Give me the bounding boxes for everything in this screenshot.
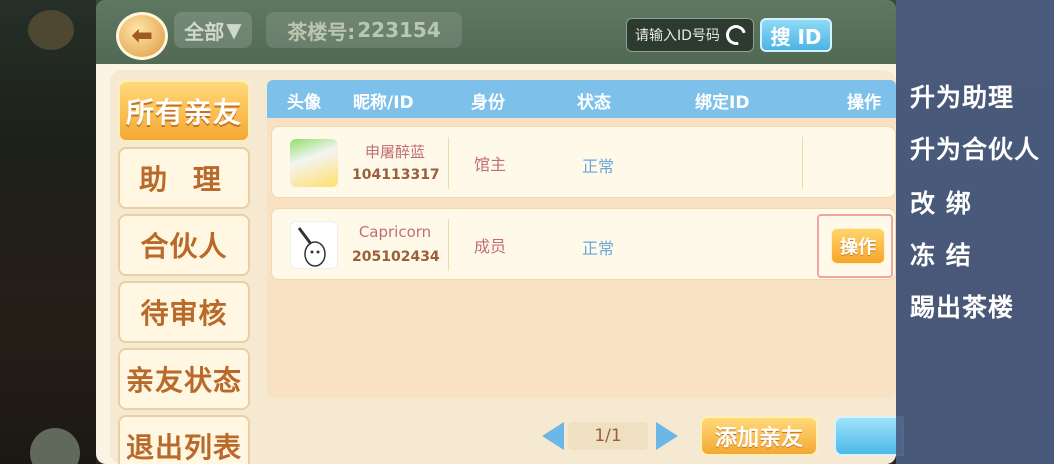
next-page-icon[interactable]: [656, 422, 678, 450]
row-divider: [448, 137, 449, 189]
header-status: 状态: [577, 93, 611, 113]
table-header: 头像 昵称/ID 身份 状态 绑定ID 操作: [267, 80, 896, 118]
friends-table: 头像 昵称/ID 身份 状态 绑定ID 操作 申屠醉蓝 104113317 馆主…: [267, 80, 896, 398]
menu-item-promote-assistant[interactable]: 升为助理: [910, 78, 1014, 114]
menu-item-promote-partner[interactable]: 升为合伙人: [910, 130, 1040, 166]
action-highlight: 操作: [817, 214, 893, 278]
background-back-icon: [28, 10, 74, 50]
side-nav: 所有亲友 助 理 合伙人 待审核 亲友状态 退出列表: [118, 80, 254, 464]
rabbit-avatar-icon: [297, 227, 326, 267]
back-button[interactable]: ⬅: [116, 12, 168, 60]
action-button[interactable]: 操作: [831, 228, 885, 264]
header-role: 身份: [471, 93, 505, 113]
avatar: [290, 139, 338, 187]
table-row[interactable]: Capricorn 205102434 成员 正常 操作: [271, 208, 896, 280]
action-context-menu: 升为助理 升为合伙人 改 绑 冻 结 踢出茶楼: [896, 0, 1054, 464]
nav-item-friend-status[interactable]: 亲友状态: [118, 348, 250, 410]
nav-item-pending[interactable]: 待审核: [118, 281, 250, 343]
avatar: [290, 221, 338, 269]
table-row[interactable]: 申屠醉蓝 104113317 馆主 正常: [271, 126, 896, 198]
row-divider: [448, 219, 449, 271]
header-avatar: 头像: [287, 93, 321, 113]
room-number: 223154: [357, 18, 441, 42]
menu-item-freeze[interactable]: 冻 结: [910, 236, 972, 272]
back-arrow-icon: ⬅: [131, 21, 153, 51]
friends-dialog: ⬅ 全部 ▼ 茶楼号: 223154 请输入ID号码 搜 ID 所有亲友 助 理…: [96, 0, 904, 464]
background-left-strip: [0, 0, 96, 464]
menu-item-rebind[interactable]: 改 绑: [910, 184, 972, 220]
nav-item-assistant[interactable]: 助 理: [118, 147, 250, 209]
room-label: 茶楼号:: [287, 19, 356, 44]
row-role: 馆主: [474, 155, 507, 174]
page-indicator: 1/1: [568, 422, 648, 450]
row-name: Capricorn: [358, 223, 432, 241]
secondary-action-button[interactable]: [834, 416, 904, 456]
chevron-down-icon: ▼: [226, 18, 242, 42]
refresh-icon[interactable]: [722, 21, 750, 49]
nav-item-all-friends[interactable]: 所有亲友: [118, 80, 250, 142]
header-name-id: 昵称/ID: [353, 93, 414, 113]
search-id-input[interactable]: 请输入ID号码: [626, 18, 754, 52]
header-action: 操作: [847, 93, 881, 113]
prev-page-icon[interactable]: [542, 422, 564, 450]
row-status: 正常: [582, 157, 615, 176]
search-placeholder: 请输入ID号码: [635, 28, 720, 44]
nav-item-exit-list[interactable]: 退出列表: [118, 415, 250, 464]
row-name: 申屠醉蓝: [364, 143, 425, 161]
row-id: 104113317: [352, 167, 440, 183]
row-status: 正常: [582, 239, 615, 258]
row-role: 成员: [474, 237, 507, 256]
filter-label: 全部: [184, 19, 225, 44]
menu-item-kick[interactable]: 踢出茶楼: [910, 288, 1014, 324]
nav-item-partner[interactable]: 合伙人: [118, 214, 250, 276]
filter-dropdown[interactable]: 全部 ▼: [174, 12, 252, 48]
room-number-display: 茶楼号: 223154: [266, 12, 462, 48]
row-id: 205102434: [352, 249, 440, 265]
row-divider: [802, 137, 803, 189]
search-id-button[interactable]: 搜 ID: [760, 18, 832, 52]
content-panel: 所有亲友 助 理 合伙人 待审核 亲友状态 退出列表 头像 昵称/ID 身份 状…: [110, 70, 904, 464]
add-friend-button[interactable]: 添加亲友: [700, 416, 818, 456]
header-bound-id: 绑定ID: [695, 93, 750, 113]
